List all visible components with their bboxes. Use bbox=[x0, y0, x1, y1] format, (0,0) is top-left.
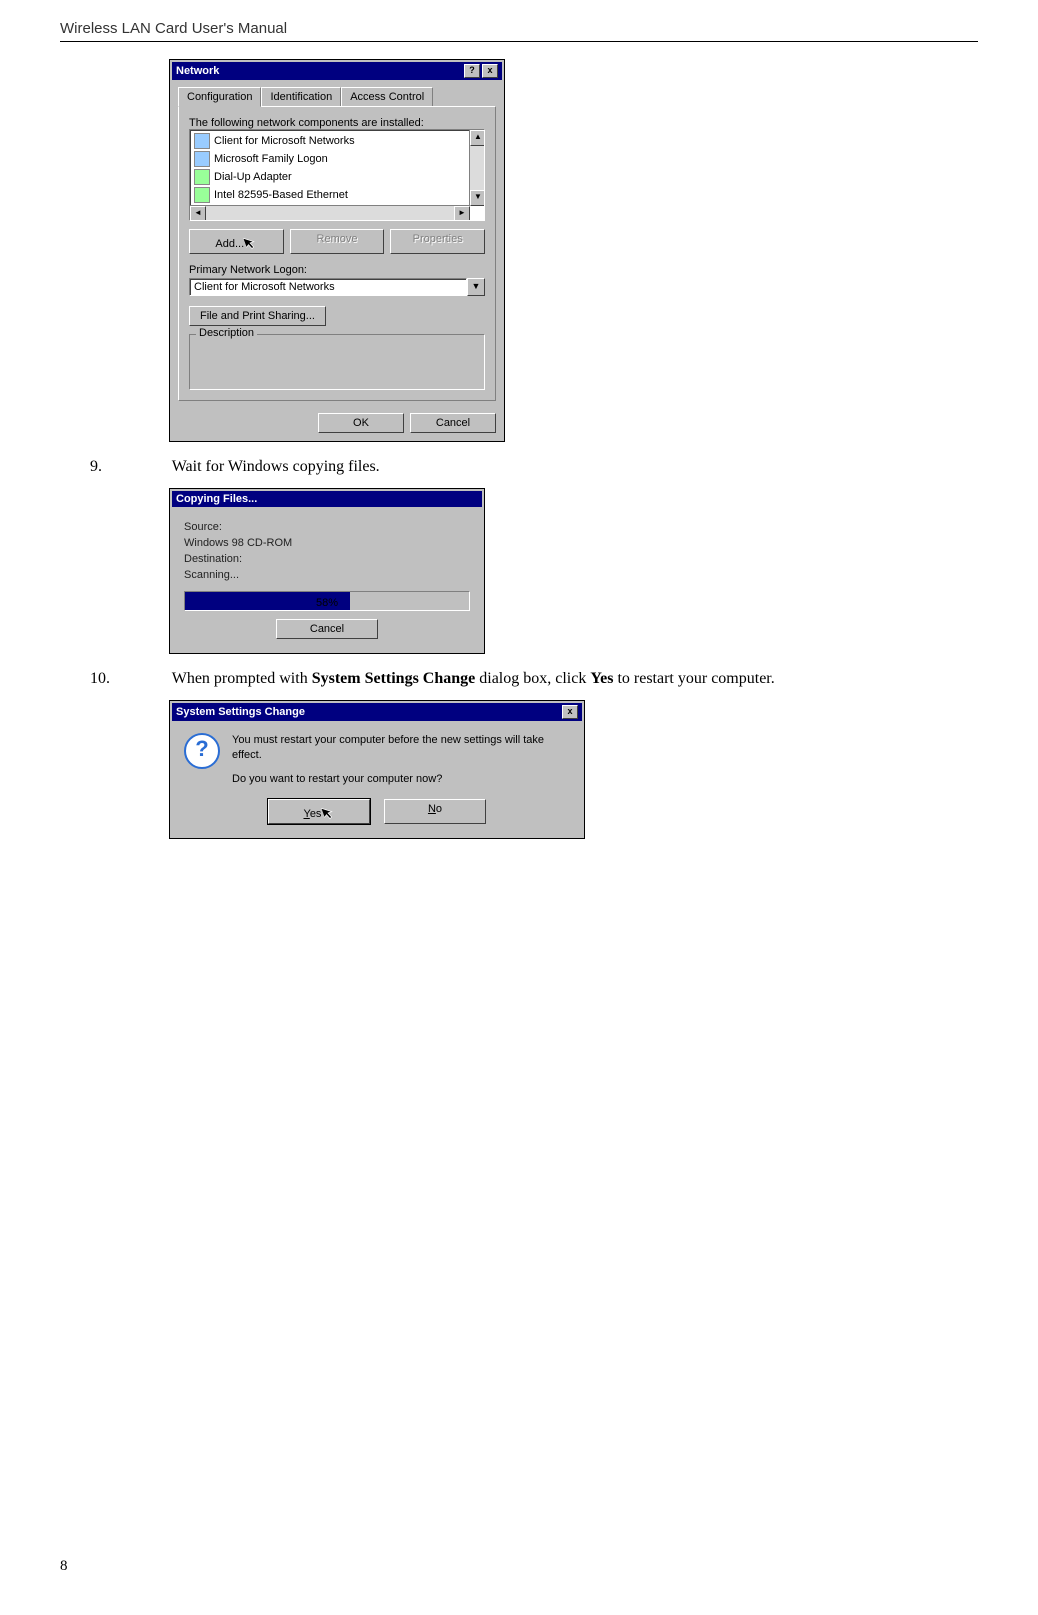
scroll-right-icon[interactable]: ► bbox=[454, 206, 470, 221]
progress-percent: 58% bbox=[184, 597, 470, 609]
list-item-label: Microsoft Family Logon bbox=[214, 153, 328, 165]
help-icon[interactable]: ? bbox=[464, 64, 480, 78]
destination-label: Destination: bbox=[184, 553, 470, 565]
scrollbar-vertical[interactable]: ▲ ▼ bbox=[469, 130, 484, 206]
list-item[interactable]: Intel 82595-Based Ethernet bbox=[192, 186, 482, 204]
file-print-sharing-button[interactable]: File and Print Sharing... bbox=[189, 306, 326, 326]
step-10-text-post: to restart your computer. bbox=[613, 670, 774, 687]
step-10-text-mid: dialog box, click bbox=[475, 670, 590, 687]
page-number: 8 bbox=[60, 1558, 978, 1575]
no-button[interactable]: No bbox=[384, 799, 486, 824]
network-dialog: Network ? x Configuration Identification… bbox=[170, 60, 504, 441]
cancel-button[interactable]: Cancel bbox=[410, 413, 496, 433]
ssc-titlebar[interactable]: System Settings Change x bbox=[172, 703, 582, 721]
copying-files-dialog: Copying Files... Source: Windows 98 CD-R… bbox=[170, 489, 484, 653]
close-icon[interactable]: x bbox=[482, 64, 498, 78]
network-tabs: Configuration Identification Access Cont… bbox=[178, 86, 496, 106]
list-item-label: Client for Microsoft Networks bbox=[214, 135, 355, 147]
tab-access-control[interactable]: Access Control bbox=[341, 87, 433, 107]
list-item-label: Intel 82595-Based Ethernet bbox=[214, 189, 348, 201]
cursor-icon bbox=[243, 235, 257, 252]
tab-configuration[interactable]: Configuration bbox=[178, 87, 261, 107]
tab-identification[interactable]: Identification bbox=[261, 87, 341, 107]
ssc-title: System Settings Change bbox=[176, 706, 305, 718]
components-listbox[interactable]: Client for Microsoft Networks Microsoft … bbox=[189, 129, 485, 221]
step-9: 9. Wait for Windows copying files. bbox=[60, 455, 978, 479]
cursor-icon bbox=[320, 805, 334, 822]
no-button-rest: o bbox=[436, 803, 442, 815]
list-item[interactable]: Microsoft Family Logon bbox=[192, 150, 482, 168]
client-icon bbox=[194, 133, 210, 149]
list-item[interactable]: Client for Microsoft Networks bbox=[192, 132, 482, 150]
client-icon bbox=[194, 151, 210, 167]
step-10-bold1: System Settings Change bbox=[312, 670, 476, 687]
step-10-text-pre: When prompted with bbox=[172, 670, 312, 687]
primary-logon-value: Client for Microsoft Networks bbox=[189, 278, 467, 296]
cancel-copy-button[interactable]: Cancel bbox=[276, 619, 378, 639]
scrollbar-horizontal[interactable]: ◄ ► bbox=[190, 205, 470, 220]
description-label: Description bbox=[196, 327, 257, 339]
adapter-icon bbox=[194, 187, 210, 203]
destination-value: Scanning... bbox=[184, 569, 470, 581]
question-icon: ? bbox=[184, 733, 220, 769]
source-value: Windows 98 CD-ROM bbox=[184, 537, 470, 549]
list-item-label: Dial-Up Adapter bbox=[214, 171, 292, 183]
scroll-down-icon[interactable]: ▼ bbox=[470, 190, 485, 206]
list-item[interactable]: Dial-Up Adapter bbox=[192, 168, 482, 186]
ssc-message-line2: Do you want to restart your computer now… bbox=[232, 772, 570, 787]
step-10-number: 10. bbox=[130, 667, 168, 691]
ok-button[interactable]: OK bbox=[318, 413, 404, 433]
copying-titlebar[interactable]: Copying Files... bbox=[172, 491, 482, 507]
system-settings-change-dialog: System Settings Change x ? You must rest… bbox=[170, 701, 584, 838]
close-icon[interactable]: x bbox=[562, 705, 578, 719]
copying-title: Copying Files... bbox=[176, 493, 257, 505]
adapter-icon bbox=[194, 169, 210, 185]
step-10: 10. When prompted with System Settings C… bbox=[60, 667, 978, 691]
ssc-message-line1: You must restart your computer before th… bbox=[232, 733, 570, 764]
installed-components-label: The following network components are ins… bbox=[189, 117, 485, 129]
chevron-down-icon[interactable]: ▼ bbox=[467, 278, 485, 296]
yes-button[interactable]: Yes bbox=[268, 799, 370, 824]
add-button-label: Add... bbox=[215, 238, 244, 250]
network-titlebar[interactable]: Network ? x bbox=[172, 62, 502, 80]
source-label: Source: bbox=[184, 521, 470, 533]
scroll-left-icon[interactable]: ◄ bbox=[190, 206, 206, 221]
primary-logon-label: Primary Network Logon: bbox=[189, 264, 485, 276]
properties-button: Properties bbox=[390, 229, 485, 254]
primary-logon-combo[interactable]: Client for Microsoft Networks ▼ bbox=[189, 278, 485, 296]
description-group: Description bbox=[189, 334, 485, 390]
network-title: Network bbox=[176, 65, 219, 77]
add-button[interactable]: Add... bbox=[189, 229, 284, 254]
step-9-text: Wait for Windows copying files. bbox=[172, 458, 380, 475]
step-9-number: 9. bbox=[130, 455, 168, 479]
yes-button-rest: es bbox=[310, 808, 322, 820]
scroll-up-icon[interactable]: ▲ bbox=[470, 130, 485, 146]
doc-header: Wireless LAN Card User's Manual bbox=[60, 20, 978, 42]
step-10-bold2: Yes bbox=[590, 670, 613, 687]
remove-button: Remove bbox=[290, 229, 385, 254]
